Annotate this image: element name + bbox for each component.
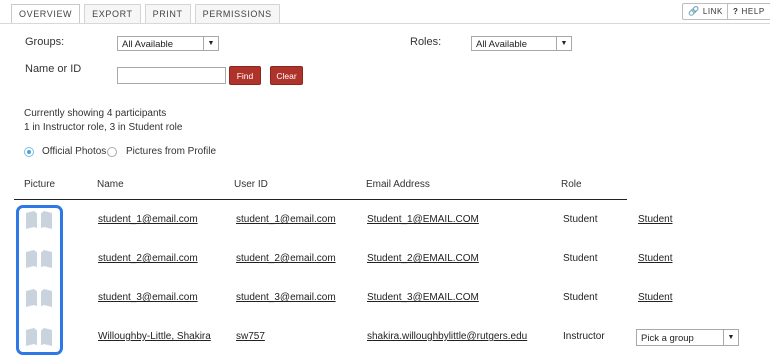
user-id-link[interactable]: student_2@email.com xyxy=(236,253,336,264)
column-header-email: Email Address xyxy=(366,179,430,190)
role-text: Instructor xyxy=(563,331,605,342)
user-id-link[interactable]: sw757 xyxy=(236,331,265,342)
question-icon: ? xyxy=(733,7,739,16)
table-header-divider xyxy=(14,199,627,200)
chevron-down-icon: ▼ xyxy=(556,37,571,50)
role-text: Student xyxy=(563,253,598,264)
user-id-link[interactable]: student_1@email.com xyxy=(236,214,336,225)
roles-label: Roles: xyxy=(410,36,442,48)
name-or-id-label: Name or ID xyxy=(25,63,82,75)
role-text: Student xyxy=(563,214,598,225)
profile-pictures-radio[interactable] xyxy=(107,147,117,157)
official-photos-label: Official Photos xyxy=(42,146,107,157)
help-button[interactable]: ? HELP xyxy=(727,3,770,20)
column-header-user-id: User ID xyxy=(234,179,268,190)
link-button[interactable]: 🔗 LINK xyxy=(682,3,729,20)
groups-label: Groups: xyxy=(25,36,65,48)
email-link[interactable]: shakira.willoughbylittle@rutgers.edu xyxy=(367,331,527,342)
groups-select-value: All Available xyxy=(122,39,174,50)
participant-name-link[interactable]: student_1@email.com xyxy=(98,214,198,225)
clear-button[interactable]: Clear xyxy=(270,66,303,85)
link-label: LINK xyxy=(702,7,723,16)
tab-print[interactable]: PRINT xyxy=(144,4,191,23)
tab-export[interactable]: EXPORT xyxy=(84,4,141,23)
name-or-id-input[interactable] xyxy=(117,67,226,84)
participant-name-link[interactable]: student_3@email.com xyxy=(98,292,198,303)
find-button[interactable]: Find xyxy=(229,66,261,85)
role-link[interactable]: Student xyxy=(638,214,672,225)
pick-group-value: Pick a group xyxy=(641,333,694,344)
profile-pictures-label: Pictures from Profile xyxy=(126,146,217,157)
tab-divider xyxy=(0,23,770,24)
email-link[interactable]: Student_1@EMAIL.COM xyxy=(367,214,479,225)
picture-column-highlight xyxy=(16,205,63,355)
column-header-role: Role xyxy=(561,179,582,190)
pick-group-select[interactable]: Pick a group ▼ xyxy=(636,329,739,346)
roles-select-value: All Available xyxy=(476,39,528,50)
chevron-down-icon: ▼ xyxy=(203,37,218,50)
groups-select[interactable]: All Available ▼ xyxy=(117,36,219,51)
email-link[interactable]: Student_2@EMAIL.COM xyxy=(367,253,479,264)
participant-count: Currently showing 4 participants xyxy=(24,108,167,119)
participant-name-link[interactable]: student_2@email.com xyxy=(98,253,198,264)
column-header-name: Name xyxy=(97,179,124,190)
participant-name-link[interactable]: Willoughby-Little, Shakira xyxy=(98,331,211,342)
link-icon: 🔗 xyxy=(688,6,700,16)
tab-bar: OVERVIEW EXPORT PRINT PERMISSIONS xyxy=(11,4,284,23)
official-photos-radio[interactable] xyxy=(24,147,34,157)
role-link[interactable]: Student xyxy=(638,292,672,303)
email-link[interactable]: Student_3@EMAIL.COM xyxy=(367,292,479,303)
role-breakdown: 1 in Instructor role, 3 in Student role xyxy=(24,122,183,133)
chevron-down-icon: ▼ xyxy=(723,330,738,345)
column-header-picture: Picture xyxy=(24,179,56,190)
tab-permissions[interactable]: PERMISSIONS xyxy=(194,4,280,23)
roles-select[interactable]: All Available ▼ xyxy=(471,36,572,51)
role-link[interactable]: Student xyxy=(638,253,672,264)
help-label: HELP xyxy=(741,7,765,16)
tab-overview[interactable]: OVERVIEW xyxy=(11,4,81,23)
role-text: Student xyxy=(563,292,598,303)
user-id-link[interactable]: student_3@email.com xyxy=(236,292,336,303)
